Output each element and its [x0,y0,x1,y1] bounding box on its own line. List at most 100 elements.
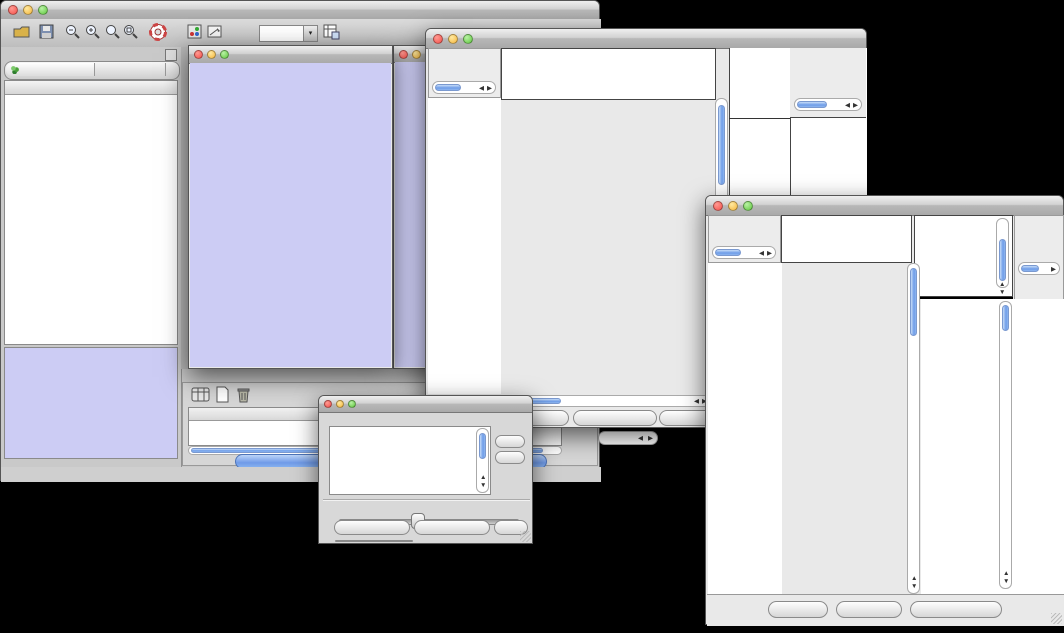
tv2-vscrollbar[interactable]: ▲ ▼ [907,263,920,594]
minimize-icon[interactable] [23,5,33,15]
network-table-rows [5,94,177,344]
tv2-column-label-panel: ▲ ▼ [914,215,1013,297]
tv2-row-dendrogram[interactable] [708,263,782,594]
minimize-icon[interactable] [728,201,738,211]
tab-vizmapper[interactable] [95,63,163,76]
tv2-resize-grip[interactable] [1051,613,1062,624]
search-dropdown-arrow[interactable]: ▾ [303,25,318,42]
create-vizmap-button[interactable] [414,520,490,535]
scroll-down-icon[interactable]: ▼ [911,584,917,590]
annotation-icon[interactable] [207,24,223,40]
tv2-labels-vscrollbar[interactable] [996,218,1009,288]
scroll-left-icon[interactable]: ◀ [638,436,643,442]
scroll-right-icon[interactable]: ▶ [648,436,653,442]
zoom-selected-icon[interactable] [123,24,139,40]
scroll-up-icon[interactable]: ▲ [911,576,917,582]
zoom-out-icon[interactable] [65,24,81,40]
close-icon[interactable] [8,5,18,15]
close-icon[interactable] [713,201,723,211]
close-icon[interactable] [324,400,332,408]
scroll-right-icon[interactable]: ▶ [1051,267,1056,273]
scroll-up-icon[interactable]: ▲ [480,475,486,481]
help-ring-icon[interactable] [149,23,167,41]
scroll-left-icon[interactable]: ◀ [694,399,699,405]
zoom-window-icon[interactable] [463,34,473,44]
zoom-fit-icon[interactable] [105,24,121,40]
open-folder-icon[interactable] [13,24,31,40]
tv2-zoom-vscrollbar[interactable]: ▲ ▼ [999,301,1012,589]
minimize-icon[interactable] [207,50,216,59]
tv2-settings-button[interactable] [768,601,828,618]
select-attributes-icon[interactable] [191,386,211,404]
scroll-right-icon[interactable]: ▶ [767,251,772,257]
delete-attribute-icon[interactable] [235,386,253,404]
modify-network-icon[interactable] [187,24,203,40]
scroll-up-icon[interactable]: ▲ [1003,571,1009,577]
tv1-vscrollbar-thumb[interactable] [718,105,725,185]
tv1-usage-scrollbar[interactable]: ◀ ▶ [794,98,862,111]
tv1-hscrollbar[interactable]: ◀ ▶ [509,395,711,407]
zoom-window-icon[interactable] [348,400,356,408]
scroll-left-icon[interactable]: ◀ [845,103,850,109]
network-overview-panel[interactable] [4,347,178,459]
minimize-icon[interactable] [336,400,344,408]
main-titlebar[interactable] [1,1,599,20]
float-panel-icon[interactable] [165,49,177,61]
move-down-button[interactable] [495,451,525,464]
scroll-left-icon[interactable]: ◀ [479,86,484,92]
network-view-1[interactable] [190,63,391,367]
tv2-zoom-heatmap[interactable] [924,301,998,589]
network-graph-canvas[interactable] [190,63,391,367]
zoom-in-icon[interactable] [85,24,101,40]
control-panel [1,47,182,468]
scroll-right-icon[interactable]: ▶ [487,86,492,92]
scroll-left-icon[interactable]: ◀ [759,251,764,257]
tv1-export-graphics-button[interactable] [573,410,657,426]
network-window-1 [188,45,393,369]
tv1-column-dendrogram[interactable] [501,48,716,100]
tab-more-button[interactable] [165,63,180,76]
scrollbar-fragment[interactable]: ◀ ▶ [598,431,658,445]
window-controls[interactable] [1,5,48,15]
tv2-vscrollbar-thumb[interactable] [910,268,917,336]
scroll-up-icon[interactable]: ▲ [999,282,1005,288]
move-up-button[interactable] [495,435,525,448]
network-table-header[interactable] [5,81,177,95]
new-attribute-icon[interactable] [214,386,232,404]
scroll-down-icon[interactable]: ▼ [1003,579,1009,585]
tv1-gene-list [793,122,863,174]
tab-network[interactable] [6,63,95,76]
zoom-window-icon[interactable] [743,201,753,211]
zoom-window-icon[interactable] [220,50,229,59]
tv1-status-scrollbar[interactable]: ◀ ▶ [432,81,496,94]
tv2-save-data-button[interactable] [836,601,902,618]
tv2-usage-hints-panel: ▶ [1014,215,1064,301]
dialog-resize-grip[interactable] [520,531,531,542]
import-table-icon[interactable] [323,24,340,40]
close-icon[interactable] [399,50,408,59]
tv2-usage-scrollbar[interactable]: ▶ [1018,262,1060,275]
tv2-status-scrollbar[interactable]: ◀ ▶ [712,246,776,259]
scroll-down-icon[interactable]: ▼ [480,483,486,489]
close-icon[interactable] [194,50,203,59]
close-icon[interactable] [433,34,443,44]
scroll-right-icon[interactable]: ▶ [853,103,858,109]
tv1-usage-hints-panel: ◀ ▶ [790,48,866,118]
tv2-export-graphics-button[interactable] [910,601,1002,618]
tv2-view-status-panel: ◀ ▶ [708,215,781,263]
attribute-list[interactable]: ▲ ▼ [329,426,491,495]
search-input[interactable] [259,25,305,42]
save-icon[interactable] [39,24,55,40]
tv1-heatmap[interactable] [501,98,714,394]
attribute-list-vscrollbar[interactable]: ▲ ▼ [476,428,489,493]
zoom-window-icon[interactable] [38,5,48,15]
scroll-down-icon[interactable]: ▼ [999,290,1005,296]
tv2-bottom-bar [707,594,1064,626]
animate-vizmap-button[interactable] [334,520,410,535]
tv1-row-dendrogram[interactable] [428,98,465,394]
tv2-heatmap[interactable] [782,263,906,594]
minimize-icon[interactable] [448,34,458,44]
minimize-icon[interactable] [412,50,421,59]
tv1-zoom-matrix[interactable] [731,123,781,169]
network-overview-thumbnail[interactable] [31,352,127,454]
